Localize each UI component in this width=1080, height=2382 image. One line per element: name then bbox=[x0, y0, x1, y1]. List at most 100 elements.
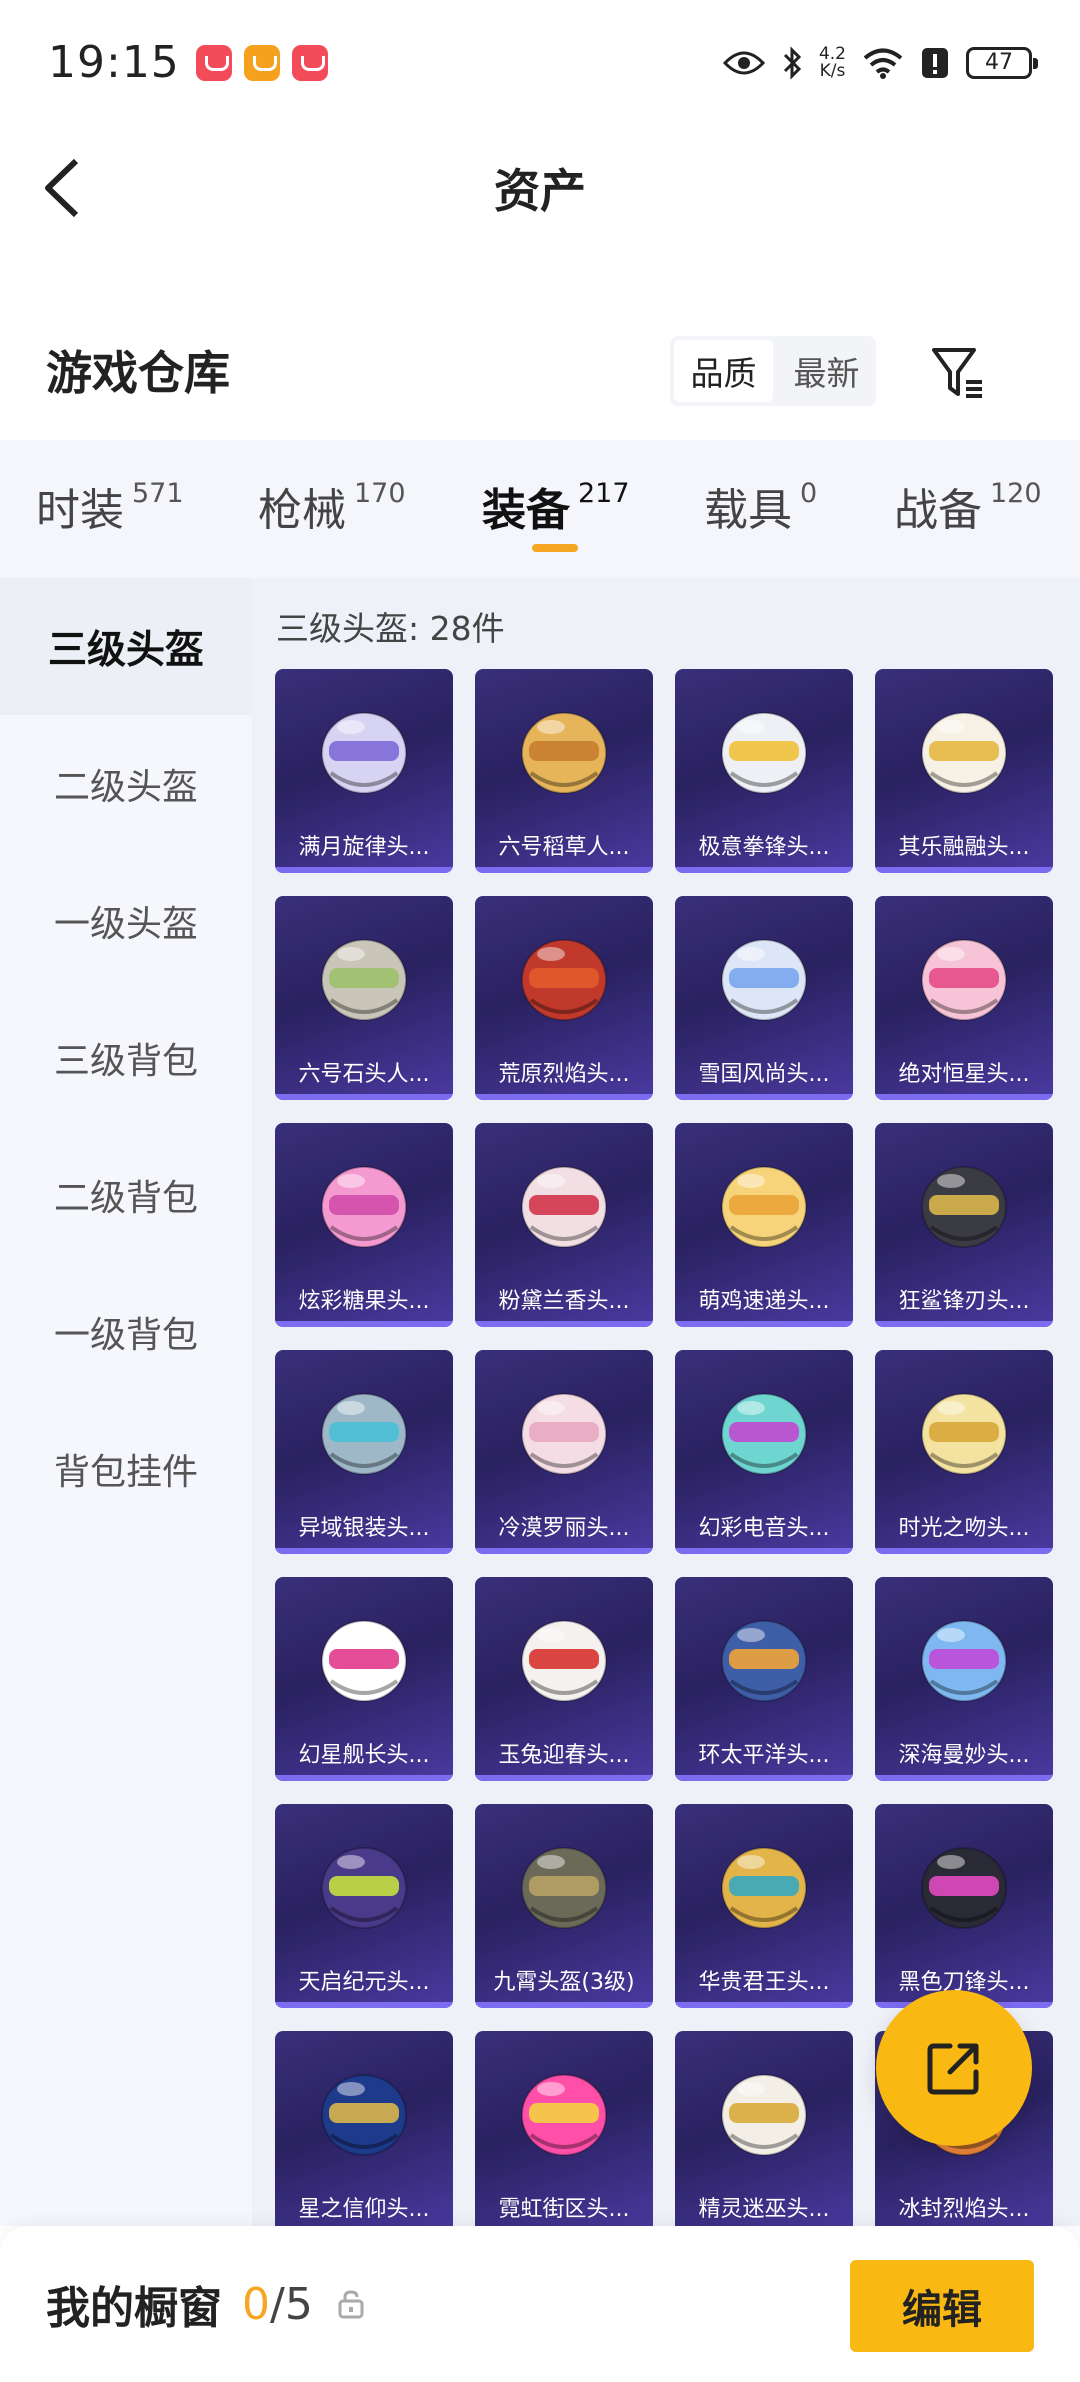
item-card[interactable]: 炫彩糖果头... bbox=[275, 1123, 453, 1327]
item-name: 荒原烈焰头... bbox=[498, 1062, 630, 1087]
helmet-icon bbox=[321, 1166, 407, 1248]
item-card[interactable]: 六号稻草人... bbox=[475, 669, 653, 873]
item-name: 其乐融融头... bbox=[898, 835, 1030, 860]
tab-count: 217 bbox=[578, 478, 630, 509]
item-card[interactable]: 萌鸡速递头... bbox=[675, 1123, 853, 1327]
showcase-title: 我的橱窗 bbox=[46, 2283, 222, 2334]
item-card[interactable]: 幻星舰长头... bbox=[275, 1577, 453, 1781]
item-card[interactable]: 冷漠罗丽头... bbox=[475, 1350, 653, 1554]
item-card[interactable]: 玉兔迎春头... bbox=[475, 1577, 653, 1781]
item-card[interactable]: 天启纪元头... bbox=[275, 1804, 453, 2008]
item-card[interactable]: 星之信仰头... bbox=[275, 2031, 453, 2226]
item-card[interactable]: 幻彩电音头... bbox=[675, 1350, 853, 1554]
helmet-icon bbox=[921, 939, 1007, 1021]
item-card[interactable]: 九霄头盔(3级) bbox=[475, 1804, 653, 2008]
status-app-icons bbox=[195, 44, 328, 81]
eye-icon bbox=[722, 49, 765, 77]
sidebar-item-level3-backpack[interactable]: 三级背包 bbox=[0, 989, 252, 1126]
item-name: 玉兔迎春头... bbox=[498, 1743, 630, 1768]
helmet-icon bbox=[521, 712, 607, 794]
item-name: 六号稻草人... bbox=[498, 835, 630, 860]
item-card[interactable]: 六号石头人... bbox=[275, 896, 453, 1100]
helmet-icon bbox=[321, 2074, 407, 2156]
sidebar-item-level1-backpack[interactable]: 一级背包 bbox=[0, 1263, 252, 1400]
item-card[interactable]: 绝对恒星头... bbox=[875, 896, 1053, 1100]
item-name: 霓虹街区头... bbox=[498, 2197, 630, 2222]
helmet-icon bbox=[521, 2074, 607, 2156]
helmet-icon bbox=[921, 1847, 1007, 1929]
helmet-icon bbox=[321, 1847, 407, 1929]
item-name: 星之信仰头... bbox=[298, 2197, 430, 2222]
helmet-icon bbox=[721, 712, 807, 794]
helmet-icon bbox=[721, 1393, 807, 1475]
share-button[interactable] bbox=[876, 1990, 1032, 2146]
item-name: 绝对恒星头... bbox=[898, 1062, 1030, 1087]
item-content: 三级头盔: 28件 满月旋律头... 六号稻草人... 极意拳锋头... 其乐融融头.… bbox=[252, 578, 1080, 2226]
item-card[interactable]: 深海曼妙头... bbox=[875, 1577, 1053, 1781]
status-bar: 19:15 4.2 K/s 47 bbox=[0, 0, 1080, 125]
item-name: 环太平洋头... bbox=[698, 1743, 830, 1768]
sidebar-item-level2-backpack[interactable]: 二级背包 bbox=[0, 1126, 252, 1263]
item-name: 满月旋律头... bbox=[298, 835, 430, 860]
item-card[interactable]: 满月旋律头... bbox=[275, 669, 453, 873]
filter-button[interactable] bbox=[928, 342, 988, 402]
item-card[interactable]: 华贵君王头... bbox=[675, 1804, 853, 2008]
sidebar-item-level2-helmet[interactable]: 二级头盔 bbox=[0, 715, 252, 852]
helmet-icon bbox=[921, 1620, 1007, 1702]
item-card[interactable]: 雪国风尚头... bbox=[675, 896, 853, 1100]
edit-button[interactable]: 编辑 bbox=[850, 2260, 1034, 2352]
warehouse-section: 游戏仓库 品质 最新 bbox=[0, 320, 1080, 420]
bluetooth-icon bbox=[781, 45, 803, 80]
tab-label: 枪械 bbox=[258, 485, 346, 536]
item-name: 冰封烈焰头... bbox=[898, 2197, 1030, 2222]
tab-fashion[interactable]: 时装 571 bbox=[36, 474, 184, 538]
helmet-icon bbox=[521, 1166, 607, 1248]
helmet-icon bbox=[521, 1393, 607, 1475]
showcase-bar: 我的橱窗 0/5 编辑 bbox=[0, 2226, 1080, 2382]
showcase-total: /5 bbox=[270, 2278, 313, 2330]
item-name: 炫彩糖果头... bbox=[298, 1289, 430, 1314]
item-name: 狂鲨锋刃头... bbox=[898, 1289, 1030, 1314]
item-card[interactable]: 时光之吻头... bbox=[875, 1350, 1053, 1554]
tab-vehicles[interactable]: 载具 0 bbox=[704, 474, 817, 538]
tab-firearms[interactable]: 枪械 170 bbox=[258, 474, 406, 538]
tab-equipment[interactable]: 装备 217 bbox=[482, 474, 630, 538]
item-card[interactable]: 黑色刀锋头... bbox=[875, 1804, 1053, 2008]
tab-supplies[interactable]: 战备 120 bbox=[894, 474, 1042, 538]
item-card[interactable]: 狂鲨锋刃头... bbox=[875, 1123, 1053, 1327]
helmet-icon bbox=[721, 939, 807, 1021]
item-card[interactable]: 环太平洋头... bbox=[675, 1577, 853, 1781]
item-card[interactable]: 荒原烈焰头... bbox=[475, 896, 653, 1100]
tab-label: 时装 bbox=[36, 485, 124, 536]
item-card[interactable]: 粉黛兰香头... bbox=[475, 1123, 653, 1327]
back-button[interactable] bbox=[36, 153, 96, 223]
helmet-icon bbox=[521, 1620, 607, 1702]
alert-icon bbox=[920, 46, 950, 80]
item-name: 冷漠罗丽头... bbox=[498, 1516, 630, 1541]
item-card[interactable]: 极意拳锋头... bbox=[675, 669, 853, 873]
sidebar-item-level3-helmet[interactable]: 三级头盔 bbox=[0, 578, 252, 715]
item-card[interactable]: 霓虹街区头... bbox=[475, 2031, 653, 2226]
sidebar-item-level1-helmet[interactable]: 一级头盔 bbox=[0, 852, 252, 989]
helmet-icon bbox=[521, 1847, 607, 1929]
battery-icon: 47 bbox=[966, 46, 1038, 79]
item-card[interactable]: 精灵迷巫头... bbox=[675, 2031, 853, 2226]
lock-icon bbox=[337, 2289, 365, 2319]
item-card[interactable]: 异域银装头... bbox=[275, 1350, 453, 1554]
subcategory-sidebar: 三级头盔 二级头盔 一级头盔 三级背包 二级背包 一级背包 背包挂件 bbox=[0, 578, 252, 2226]
sort-toggle: 品质 最新 bbox=[670, 336, 876, 406]
page-title: 资产 bbox=[494, 163, 586, 218]
wifi-icon bbox=[862, 47, 904, 79]
sort-quality-option[interactable]: 品质 bbox=[674, 340, 773, 402]
sidebar-item-backpack-charm[interactable]: 背包挂件 bbox=[0, 1400, 252, 1537]
game-app-icon bbox=[243, 44, 280, 81]
item-name: 幻星舰长头... bbox=[298, 1743, 430, 1768]
helmet-icon bbox=[321, 1620, 407, 1702]
helmet-icon bbox=[321, 712, 407, 794]
item-count-label: 三级头盔: 28件 bbox=[276, 609, 505, 648]
item-card[interactable]: 其乐融融头... bbox=[875, 669, 1053, 873]
sort-latest-option[interactable]: 最新 bbox=[777, 336, 876, 406]
status-right: 4.2 K/s 47 bbox=[722, 45, 1038, 80]
shopping-app-icon bbox=[195, 44, 232, 81]
category-tabs: 时装 571 枪械 170 装备 217 载具 0 战备 120 bbox=[0, 440, 1080, 578]
